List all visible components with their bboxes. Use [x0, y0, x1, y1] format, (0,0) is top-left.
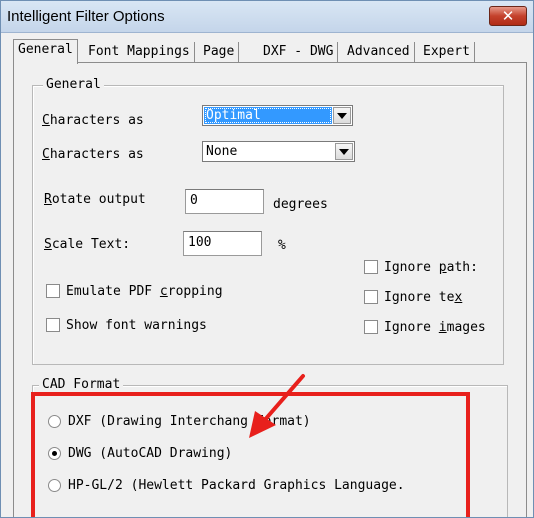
annotation-arrow-icon — [249, 374, 305, 438]
tab-general[interactable]: General — [13, 39, 78, 64]
dialog-window: Intelligent Filter Options ✕ General Fon… — [0, 0, 534, 518]
